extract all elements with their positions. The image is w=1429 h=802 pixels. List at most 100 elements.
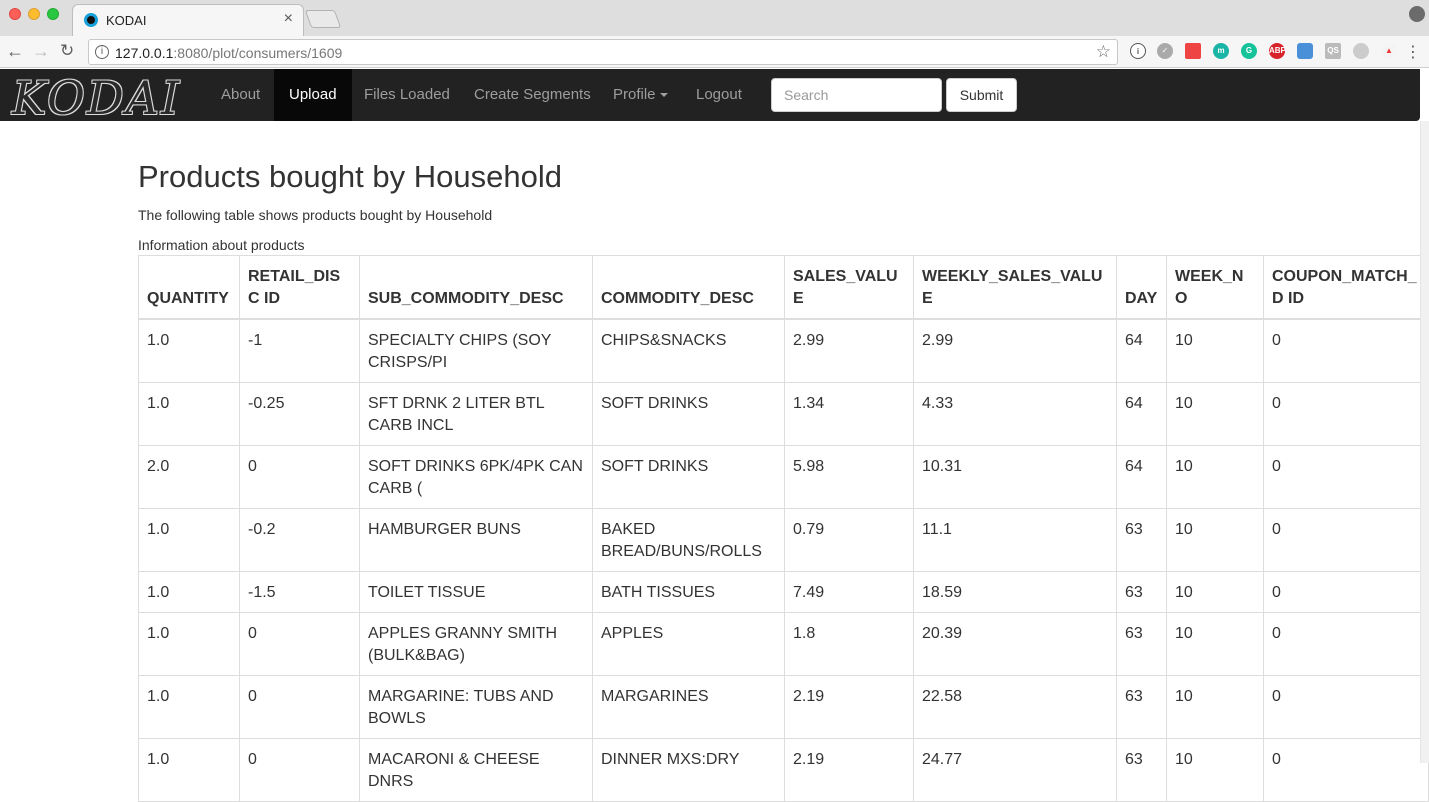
profile-icon[interactable] — [1409, 6, 1425, 22]
extension-grammarly-icon[interactable]: G — [1241, 43, 1257, 59]
new-tab-button[interactable] — [304, 10, 342, 28]
column-header[interactable]: QUANTITY — [138, 255, 240, 320]
table-cell: APPLES GRANNY SMITH (BULK&BAG) — [359, 611, 593, 676]
table-cell: 0 — [239, 611, 360, 676]
table-cell: APPLES — [592, 611, 785, 676]
nav-logout[interactable]: Logout — [681, 69, 757, 121]
nav-profile-dropdown[interactable]: Profile — [598, 69, 683, 121]
browser-menu-icon[interactable]: ⋮ — [1405, 42, 1421, 62]
table-cell: 10.31 — [913, 444, 1117, 509]
table-cell: 1.0 — [138, 611, 240, 676]
nav-create-segments[interactable]: Create Segments — [459, 69, 606, 121]
table-cell: 10 — [1166, 507, 1264, 572]
table-cell: HAMBURGER BUNS — [359, 507, 593, 572]
table-cell: BAKED BREAD/BUNS/ROLLS — [592, 507, 785, 572]
table-cell: 63 — [1116, 507, 1167, 572]
table-cell: 1.0 — [138, 737, 240, 802]
kodai-favicon-icon — [84, 13, 98, 27]
column-header[interactable]: WEEK_NO — [1166, 255, 1264, 320]
table-cell: 0 — [1263, 570, 1429, 613]
address-bar[interactable]: i 127.0.0.1:8080/plot/consumers/1609 ☆ — [88, 39, 1118, 65]
submit-button[interactable]: Submit — [946, 78, 1017, 112]
column-header[interactable]: WEEKLY_SALES_VALUE — [913, 255, 1117, 320]
page-scrollbar[interactable] — [1420, 121, 1429, 763]
back-arrow-icon[interactable]: ← — [6, 41, 24, 61]
table-cell: 0 — [1263, 381, 1429, 446]
table-row: 1.0 -0.25 SFT DRNK 2 LITER BTL CARB INCL SO… — [138, 381, 1429, 446]
table-cell: 1.0 — [138, 570, 240, 613]
nav-about[interactable]: About — [206, 69, 275, 121]
table-cell: 0 — [1263, 318, 1429, 383]
table-cell: SPECIALTY CHIPS (SOY CRISPS/PI — [359, 318, 593, 383]
table-cell: SOFT DRINKS — [592, 381, 785, 446]
table-cell: SFT DRNK 2 LITER BTL CARB INCL — [359, 381, 593, 446]
table-cell: 64 — [1116, 444, 1167, 509]
table-cell: 0 — [1263, 611, 1429, 676]
extension-qs-icon[interactable]: QS — [1325, 43, 1341, 59]
column-header[interactable]: SUB_COMMODITY_DESC — [359, 255, 593, 320]
table-cell: -0.2 — [239, 507, 360, 572]
table-cell: MARGARINE: TUBS AND BOWLS — [359, 674, 593, 739]
url-text: 127.0.0.1:8080/plot/consumers/1609 — [115, 45, 343, 61]
bookmark-star-icon[interactable]: ☆ — [1096, 42, 1111, 62]
table-cell: 10 — [1166, 318, 1264, 383]
table-cell: 1.34 — [784, 381, 914, 446]
table-row: 1.0 0 MACARONI & CHEESE DNRS DINNER MXS:DRY… — [138, 737, 1429, 802]
table-cell: 63 — [1116, 611, 1167, 676]
extension-check-icon[interactable]: ✓ — [1157, 43, 1173, 59]
table-cell: 64 — [1116, 381, 1167, 446]
table-cell: -0.25 — [239, 381, 360, 446]
table-cell: 4.33 — [913, 381, 1117, 446]
nav-files-loaded[interactable]: Files Loaded — [349, 69, 465, 121]
browser-tab[interactable]: KODAI × — [72, 4, 304, 36]
table-cell: 18.59 — [913, 570, 1117, 613]
window-maximize-button[interactable] — [47, 8, 59, 20]
table-cell: 0 — [239, 674, 360, 739]
column-header[interactable]: RETAIL_DISC ID — [239, 255, 360, 320]
table-cell: 1.0 — [138, 318, 240, 383]
table-cell: 0 — [239, 444, 360, 509]
table-cell: 0 — [239, 737, 360, 802]
table-cell: 10 — [1166, 611, 1264, 676]
table-cell: 10 — [1166, 674, 1264, 739]
column-header[interactable]: SALES_VALUE — [784, 255, 914, 320]
app-navbar: KODAI About Upload Files Loaded Create S… — [0, 69, 1420, 125]
table-cell: 22.58 — [913, 674, 1117, 739]
tab-close-icon[interactable]: × — [284, 10, 293, 28]
table-cell: 1.8 — [784, 611, 914, 676]
extension-info-icon[interactable]: i — [1130, 43, 1146, 59]
extension-todoist-icon[interactable] — [1185, 43, 1201, 59]
info-icon[interactable]: i — [95, 45, 109, 59]
search-input[interactable] — [771, 78, 942, 112]
reload-icon[interactable]: ↻ — [60, 41, 74, 61]
extension-rainbow-icon[interactable]: ▲ — [1381, 43, 1397, 59]
table-header-row: QUANTITY RETAIL_DISC ID SUB_COMMODITY_DE… — [138, 255, 1429, 320]
table-cell: BATH TISSUES — [592, 570, 785, 613]
table-cell: 20.39 — [913, 611, 1117, 676]
page-subtitle: The following table shows products bough… — [138, 207, 493, 223]
extension-lock-icon[interactable] — [1297, 43, 1313, 59]
table-cell: SOFT DRINKS 6PK/4PK CAN CARB ( — [359, 444, 593, 509]
table-row: 2.0 0 SOFT DRINKS 6PK/4PK CAN CARB (SOFT D… — [138, 444, 1429, 509]
table-cell: 5.98 — [784, 444, 914, 509]
table-row: 1.0 0 MARGARINE: TUBS AND BOWLS MARGARINES 2… — [138, 674, 1429, 739]
column-header[interactable]: COMMODITY_DESC — [592, 255, 785, 320]
forward-arrow-icon[interactable]: → — [32, 41, 50, 61]
column-header[interactable]: COUPON_MATCH_D ID — [1263, 255, 1429, 320]
extension-adblock-icon[interactable]: ABP — [1269, 43, 1286, 59]
extension-m-icon[interactable]: m — [1213, 43, 1229, 59]
window-close-button[interactable] — [9, 8, 21, 20]
table-cell: 2.19 — [784, 674, 914, 739]
table-cell: -1.5 — [239, 570, 360, 613]
table-cell: 64 — [1116, 318, 1167, 383]
table-cell: 1.0 — [138, 381, 240, 446]
extension-plug-icon[interactable] — [1353, 43, 1369, 59]
column-header[interactable]: DAY — [1116, 255, 1167, 320]
window-minimize-button[interactable] — [28, 8, 40, 20]
browser-tab-bar: KODAI × — [0, 0, 1429, 36]
brand-logo[interactable]: KODAI — [12, 71, 181, 125]
table-cell: 2.19 — [784, 737, 914, 802]
table-cell: 0.79 — [784, 507, 914, 572]
table-cell: 63 — [1116, 674, 1167, 739]
nav-upload[interactable]: Upload — [274, 69, 352, 121]
